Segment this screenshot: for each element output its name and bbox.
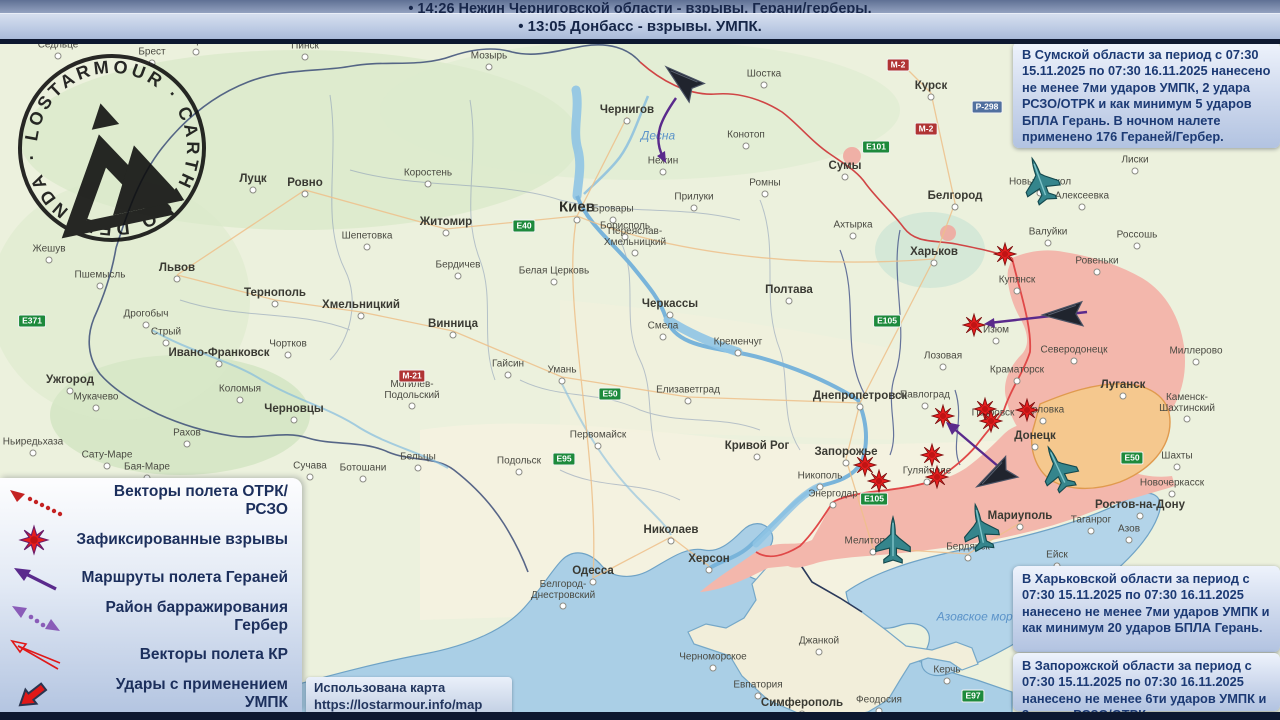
jet-marker: [958, 501, 1001, 553]
ticker-line2-bar: • 13:05 Донбасс - взрывы. УМПК.: [0, 13, 1280, 40]
geran-route-icon: [0, 562, 72, 594]
explosion-marker: [963, 314, 985, 336]
drone-marker: [659, 57, 705, 102]
infobox-zaporizhzhia-text: В Запорожской области за период с 07:30 …: [1022, 658, 1266, 720]
explosion-marker: [994, 243, 1016, 265]
legend-row-umpk: Удары с применением УМПК: [0, 675, 302, 714]
otrk-vector-icon: [0, 485, 72, 517]
explosion-legend-icon: [0, 523, 72, 557]
lostarmour-stamp: · LOSTARMOUR · CARTHAGO DELENDA EST: [6, 42, 218, 254]
legend-label-kr: Векторы полета КР: [72, 646, 302, 664]
jet-marker: [1016, 152, 1064, 207]
legend-row-kr: Векторы полета КР: [0, 636, 302, 675]
ticker-separator: [0, 39, 1280, 44]
infobox-kharkiv: В Харьковской области за период с 07:30 …: [1013, 566, 1280, 652]
ticker-line2-text: • 13:05 Донбасс - взрывы. УМПК.: [518, 18, 762, 35]
legend-row-otrk: Векторы полета ОТРК/РСЗО: [0, 482, 302, 521]
ticker-line1-bar: • 14:26 Нежин Черниговской области - взр…: [0, 0, 1280, 13]
legend-row-gerbera: Район барражирования Гербер: [0, 598, 302, 637]
infobox-sumy: В Сумской области за период с 07:30 15.1…: [1013, 42, 1280, 148]
legend-label-otrk: Векторы полета ОТРК/РСЗО: [72, 483, 302, 519]
screenshot-stage: • 14:26 Нежин Черниговской области - взр…: [0, 0, 1280, 720]
legend-label-explosion: Зафиксированные взрывы: [72, 531, 302, 549]
legend-label-umpk: Удары с применением УМПК: [72, 676, 302, 712]
attribution-line1: Использована карта: [314, 680, 504, 697]
explosion-marker: [926, 466, 948, 488]
explosion-marker: [921, 444, 943, 466]
map-attribution: Использована карта https://lostarmour.in…: [306, 677, 512, 717]
explosion-marker: [980, 410, 1002, 432]
ticker-line1-text: • 14:26 Нежин Черниговской области - взр…: [408, 1, 871, 13]
legend-panel: Векторы полета ОТРК/РСЗО Зафиксированные…: [0, 478, 302, 712]
legend-row-geran: Маршруты полета Гераней: [0, 559, 302, 598]
legend-label-geran: Маршруты полета Гераней: [72, 569, 302, 587]
route-arrow: [952, 427, 999, 467]
legend-label-gerbera: Район барражирования Гербер: [72, 599, 302, 635]
route-arrowhead: [984, 318, 995, 328]
legend-row-explosion: Зафиксированные взрывы: [0, 521, 302, 560]
infobox-sumy-text: В Сумской области за период с 07:30 15.1…: [1022, 47, 1270, 144]
infobox-zaporizhzhia: В Запорожской области за период с 07:30 …: [1013, 653, 1280, 711]
explosion-marker: [932, 405, 954, 427]
jet-marker: [876, 517, 911, 563]
bottom-bar: [0, 712, 1280, 720]
kr-vector-icon: [0, 637, 72, 673]
infobox-kharkiv-text: В Харьковской области за период с 07:30 …: [1022, 571, 1270, 635]
gerbera-loiter-icon: [0, 600, 72, 634]
explosion-marker: [854, 454, 876, 476]
explosion-marker: [1016, 399, 1038, 421]
explosion-marker: [868, 470, 890, 492]
route-arrow: [658, 98, 676, 157]
stamp-triangle-small: [87, 101, 119, 130]
jet-marker: [1033, 440, 1084, 496]
umpk-strike-icon: [0, 676, 72, 712]
